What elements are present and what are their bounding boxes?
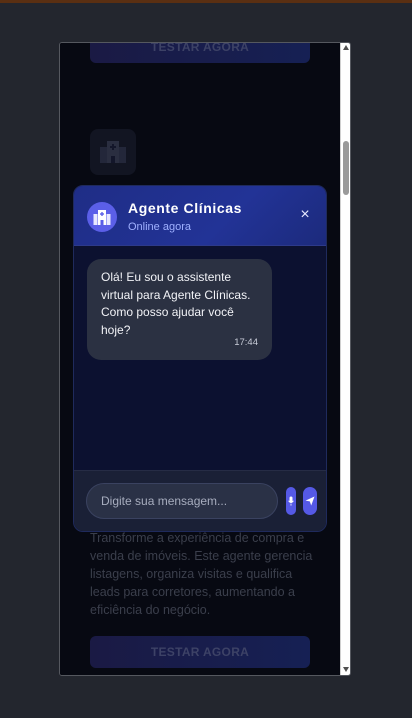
test-now-label-bottom: TESTAR AGORA	[150, 645, 250, 659]
chat-widget: Agente Clínicas Online agora × Olá! Eu s…	[73, 185, 327, 532]
scroll-down-icon[interactable]	[343, 667, 349, 672]
test-now-button-bottom[interactable]: TESTAR AGORA	[90, 636, 310, 668]
send-icon	[305, 496, 315, 506]
scroll-up-icon[interactable]	[343, 45, 349, 50]
hospital-icon	[100, 141, 126, 163]
page-viewport: TESTAR AGORA Transforme a experiência de…	[60, 43, 341, 675]
microphone-icon	[288, 496, 294, 506]
top-strip	[0, 0, 412, 3]
chat-title: Agente Clínicas	[128, 200, 243, 216]
agent-avatar	[87, 202, 117, 232]
close-icon[interactable]: ×	[298, 207, 312, 223]
message-input[interactable]	[86, 483, 278, 519]
message-text: Olá! Eu sou o assistente virtual para Ag…	[101, 270, 251, 337]
hospital-icon	[93, 210, 111, 225]
agent-description: Transforme a experiência de compra e ven…	[90, 531, 313, 617]
chat-input-area	[74, 470, 326, 531]
send-button[interactable]	[303, 487, 317, 515]
test-now-label: TESTAR AGORA	[150, 43, 250, 54]
test-now-button[interactable]: TESTAR AGORA	[90, 43, 310, 63]
bot-message: Olá! Eu sou o assistente virtual para Ag…	[87, 259, 272, 360]
chat-header: Agente Clínicas Online agora ×	[74, 186, 326, 246]
mic-button[interactable]	[286, 487, 296, 515]
agent-card-icon-box	[90, 129, 136, 175]
message-time: 17:44	[234, 336, 258, 348]
scrollbar-thumb[interactable]	[343, 141, 349, 195]
scrollbar[interactable]	[340, 43, 350, 675]
chat-status: Online agora	[128, 221, 191, 233]
message-list: Olá! Eu sou o assistente virtual para Ag…	[74, 246, 326, 470]
phone-frame: TESTAR AGORA Transforme a experiência de…	[59, 42, 351, 676]
